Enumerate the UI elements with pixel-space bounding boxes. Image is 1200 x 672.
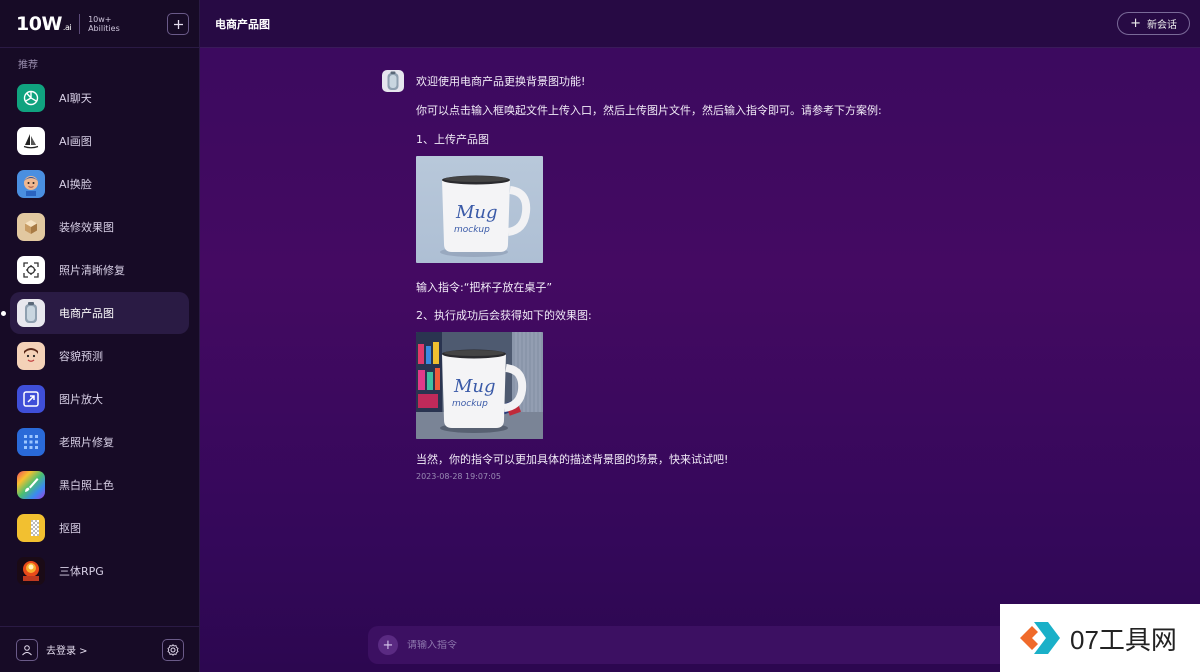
page-title: 电商产品图 [215, 17, 270, 31]
face-avatar-icon [17, 170, 45, 198]
attach-plus-icon[interactable]: + [378, 635, 398, 655]
chat-input[interactable] [407, 639, 967, 651]
sailboat-icon [17, 127, 45, 155]
active-indicator [1, 311, 6, 316]
bot-avatar-icon [382, 70, 404, 92]
user-avatar-icon[interactable] [16, 638, 38, 661]
new-chat-button[interactable]: + 新会话 [1117, 12, 1190, 35]
message-line: 输入指令:“把杯子放在桌子” [416, 281, 553, 294]
settings-gear-icon[interactable] [162, 639, 184, 661]
transparent-icon [17, 514, 45, 542]
new-chat-label: 新会话 [1147, 20, 1177, 31]
svg-text:Mug: Mug [453, 376, 496, 397]
paintbrush-icon [17, 471, 45, 499]
example-result-image[interactable]: Mug mockup [416, 332, 543, 439]
section-label: 推荐 [18, 60, 38, 71]
sidebar-item-cutout[interactable]: 抠图 [10, 507, 189, 549]
sidebar-item-label: 老照片修复 [59, 436, 114, 449]
sidebar-item-label: 抠图 [59, 522, 81, 535]
sidebar-item-colorize[interactable]: 黑白照上色 [10, 464, 189, 506]
product-bottle-icon [17, 299, 45, 327]
main-panel: 电商产品图 + 新会话 欢迎使用电商产品更换背景图功能! 你可以点击输入框唤起文… [200, 0, 1200, 672]
message-line: 欢迎使用电商产品更换背景图功能! [416, 75, 586, 88]
message-line: 你可以点击输入框唤起文件上传入口，然后上传图片文件，然后输入指令即可。请参考下方… [416, 104, 882, 117]
brand-divider [79, 13, 81, 34]
sidebar-item-face-prediction[interactable]: 容貌预测 [10, 335, 189, 377]
brand-header: 10W.ai 10w+ Abilities [0, 0, 199, 48]
example-product-image[interactable]: Mug mockup [416, 156, 543, 263]
sidebar-item-image-upscale[interactable]: 图片放大 [10, 378, 189, 420]
sidebar-item-three-body-rpg[interactable]: 三体RPG [10, 550, 189, 592]
svg-text:mockup: mockup [454, 225, 490, 235]
sidebar-item-ai-faceswap[interactable]: AI换脸 [10, 163, 189, 205]
sidebar-item-label: 容貌预测 [59, 350, 103, 363]
sidebar-nav: AI聊天 AI画图 AI换脸 装修效果图 照片清晰修复 电商产品图 容貌预测 图… [0, 77, 199, 592]
logo[interactable]: 10W.ai [16, 13, 72, 35]
sidebar-item-ecommerce-product[interactable]: 电商产品图 [1, 292, 189, 334]
topbar: 电商产品图 + 新会话 [200, 0, 1200, 48]
sidebar-item-label: 图片放大 [59, 393, 103, 406]
plus-icon: + [1130, 16, 1141, 31]
sidebar-item-label: 三体RPG [59, 565, 104, 578]
sidebar-item-label: 黑白照上色 [59, 479, 114, 492]
sidebar-item-label: 装修效果图 [59, 221, 114, 234]
face-cartoon-icon [17, 342, 45, 370]
sidebar-item-label: 照片清晰修复 [59, 264, 125, 277]
new-conversation-icon-button[interactable] [167, 13, 189, 35]
watermark-logo-icon [1020, 622, 1060, 654]
message-line: 2、执行成功后会获得如下的效果图: [416, 309, 592, 322]
explosion-icon [17, 557, 45, 585]
grid-icon [17, 428, 45, 456]
app-window: 10W.ai 10w+ Abilities 推荐 AI聊天 AI画图 AI换脸 … [0, 0, 1200, 672]
sidebar-item-photo-sharpen[interactable]: 照片清晰修复 [10, 249, 189, 291]
focus-scan-icon [17, 256, 45, 284]
message-line: 当然，你的指令可以更加具体的描述背景图的场景，快来试试吧! [416, 453, 729, 466]
site-watermark: 07工具网 [1000, 604, 1200, 672]
brand-tagline: 10w+ Abilities [88, 14, 120, 33]
sidebar-item-old-photo-repair[interactable]: 老照片修复 [10, 421, 189, 463]
plus-icon [173, 19, 183, 29]
sidebar-footer: 去登录 > [0, 626, 200, 672]
sidebar-item-renovation[interactable]: 装修效果图 [10, 206, 189, 248]
chatgpt-icon [17, 84, 45, 112]
svg-text:mockup: mockup [452, 399, 488, 409]
watermark-text: 07工具网 [1070, 624, 1177, 655]
sidebar-item-label: AI聊天 [59, 92, 92, 105]
sidebar-item-ai-chat[interactable]: AI聊天 [10, 77, 189, 119]
message-line: 1、上传产品图 [416, 133, 489, 146]
svg-text:Mug: Mug [455, 202, 498, 223]
cube-icon [17, 213, 45, 241]
login-link[interactable]: 去登录 > [46, 642, 88, 657]
sidebar-item-label: AI换脸 [59, 178, 92, 191]
sidebar: 10W.ai 10w+ Abilities 推荐 AI聊天 AI画图 AI换脸 … [0, 0, 200, 672]
message-timestamp: 2023-08-28 19:07:05 [416, 472, 501, 481]
sidebar-item-label: 电商产品图 [59, 307, 114, 320]
sidebar-item-label: AI画图 [59, 135, 92, 148]
expand-icon [17, 385, 45, 413]
sidebar-item-ai-drawing[interactable]: AI画图 [10, 120, 189, 162]
